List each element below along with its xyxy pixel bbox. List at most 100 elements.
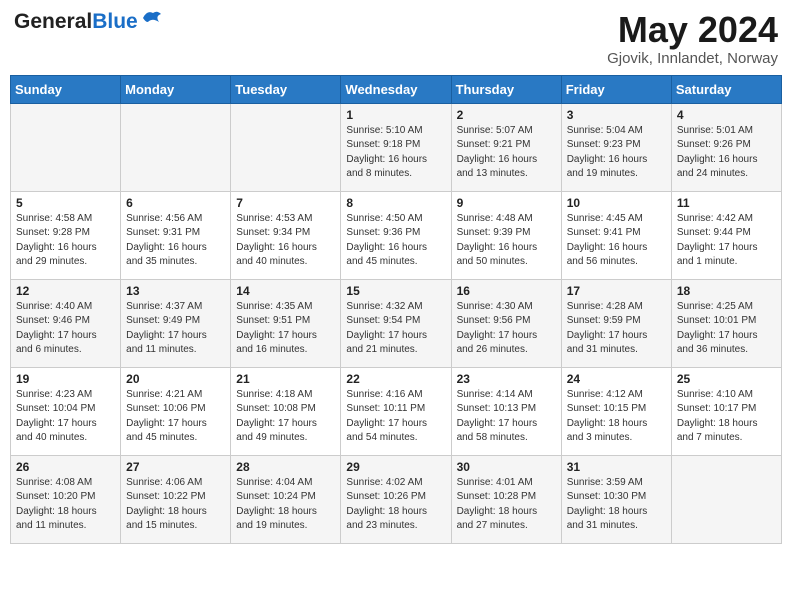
day-info: Sunrise: 4:18 AMSunset: 10:08 PMDaylight… xyxy=(236,388,335,446)
calendar-week-row: 1Sunrise: 5:10 AMSunset: 9:18 PMDaylight… xyxy=(11,103,782,191)
day-number: 15 xyxy=(346,284,445,298)
calendar-cell: 7 Sunrise: 4:53 AMSunset: 9:34 PMDaylight… xyxy=(231,191,341,279)
day-number: 24 xyxy=(567,372,666,386)
day-number: 7 xyxy=(236,196,335,210)
day-info: Sunrise: 4:28 AMSunset: 9:59 PMDaylight:… xyxy=(567,300,666,358)
logo-blue-text: Blue xyxy=(92,10,138,34)
day-info: Sunrise: 4:40 AMSunset: 9:46 PMDaylight:… xyxy=(16,300,115,358)
calendar-cell: 16 Sunrise: 4:30 AMSunset: 9:56 PMDayligh… xyxy=(451,279,561,367)
calendar-week-row: 12 Sunrise: 4:40 AMSunset: 9:46 PMDayligh… xyxy=(11,279,782,367)
weekday-header-saturday: Saturday xyxy=(671,75,781,103)
day-info: Sunrise: 4:16 AMSunset: 10:11 PMDaylight… xyxy=(346,388,445,446)
day-number: 12 xyxy=(16,284,115,298)
logo-general-text: General xyxy=(14,10,92,34)
day-number: 18 xyxy=(677,284,776,298)
calendar-cell: 5 Sunrise: 4:58 AMSunset: 9:28 PMDaylight… xyxy=(11,191,121,279)
calendar-week-row: 19 Sunrise: 4:23 AMSunset: 10:04 PMDaylig… xyxy=(11,367,782,455)
calendar-cell: 28 Sunrise: 4:04 AMSunset: 10:24 PMDaylig… xyxy=(231,455,341,543)
calendar-cell: 27 Sunrise: 4:06 AMSunset: 10:22 PMDaylig… xyxy=(121,455,231,543)
day-number: 26 xyxy=(16,460,115,474)
calendar-cell: 6Sunrise: 4:56 AMSunset: 9:31 PMDaylight… xyxy=(121,191,231,279)
day-number: 28 xyxy=(236,460,335,474)
calendar-cell: 22 Sunrise: 4:16 AMSunset: 10:11 PMDaylig… xyxy=(341,367,451,455)
day-info: Sunrise: 4:32 AMSunset: 9:54 PMDaylight:… xyxy=(346,300,445,358)
day-number: 6 xyxy=(126,196,225,210)
day-number: 19 xyxy=(16,372,115,386)
logo: General Blue xyxy=(14,10,163,34)
calendar-cell: 15 Sunrise: 4:32 AMSunset: 9:54 PMDayligh… xyxy=(341,279,451,367)
day-info: Sunrise: 5:07 AMSunset: 9:21 PMDaylight:… xyxy=(457,124,556,182)
day-info: Sunrise: 4:02 AMSunset: 10:26 PMDaylight… xyxy=(346,476,445,534)
calendar-cell: 2 Sunrise: 5:07 AMSunset: 9:21 PMDaylight… xyxy=(451,103,561,191)
calendar-cell: 9Sunrise: 4:48 AMSunset: 9:39 PMDaylight… xyxy=(451,191,561,279)
day-info: Sunrise: 4:37 AMSunset: 9:49 PMDaylight:… xyxy=(126,300,225,358)
day-info: Sunrise: 4:58 AMSunset: 9:28 PMDaylight:… xyxy=(16,212,115,270)
calendar-week-row: 5 Sunrise: 4:58 AMSunset: 9:28 PMDaylight… xyxy=(11,191,782,279)
calendar-cell xyxy=(11,103,121,191)
calendar-cell: 21 Sunrise: 4:18 AMSunset: 10:08 PMDaylig… xyxy=(231,367,341,455)
day-number: 27 xyxy=(126,460,225,474)
day-number: 29 xyxy=(346,460,445,474)
day-number: 21 xyxy=(236,372,335,386)
weekday-header-sunday: Sunday xyxy=(11,75,121,103)
calendar-week-row: 26 Sunrise: 4:08 AMSunset: 10:20 PMDaylig… xyxy=(11,455,782,543)
day-info: Sunrise: 4:45 AMSunset: 9:41 PMDaylight:… xyxy=(567,212,666,270)
calendar-cell: 18Sunrise: 4:25 AMSunset: 10:01 PMDaylig… xyxy=(671,279,781,367)
day-info: Sunrise: 4:50 AMSunset: 9:36 PMDaylight:… xyxy=(346,212,445,270)
calendar-cell: 20 Sunrise: 4:21 AMSunset: 10:06 PMDaylig… xyxy=(121,367,231,455)
day-number: 4 xyxy=(677,108,776,122)
day-info: Sunrise: 5:04 AMSunset: 9:23 PMDaylight:… xyxy=(567,124,666,182)
calendar-cell: 10 Sunrise: 4:45 AMSunset: 9:41 PMDayligh… xyxy=(561,191,671,279)
day-info: Sunrise: 4:21 AMSunset: 10:06 PMDaylight… xyxy=(126,388,225,446)
weekday-header-monday: Monday xyxy=(121,75,231,103)
day-number: 5 xyxy=(16,196,115,210)
calendar-cell: 24Sunrise: 4:12 AMSunset: 10:15 PMDaylig… xyxy=(561,367,671,455)
calendar-cell: 31 Sunrise: 3:59 AMSunset: 10:30 PMDaylig… xyxy=(561,455,671,543)
weekday-header-thursday: Thursday xyxy=(451,75,561,103)
month-title: May 2024 xyxy=(607,10,778,50)
day-number: 23 xyxy=(457,372,556,386)
calendar-cell: 11 Sunrise: 4:42 AMSunset: 9:44 PMDayligh… xyxy=(671,191,781,279)
day-number: 30 xyxy=(457,460,556,474)
calendar-cell: 19 Sunrise: 4:23 AMSunset: 10:04 PMDaylig… xyxy=(11,367,121,455)
day-number: 9 xyxy=(457,196,556,210)
day-number: 31 xyxy=(567,460,666,474)
day-number: 25 xyxy=(677,372,776,386)
location-text: Gjovik, Innlandet, Norway xyxy=(607,50,778,67)
day-number: 10 xyxy=(567,196,666,210)
day-info: Sunrise: 4:04 AMSunset: 10:24 PMDaylight… xyxy=(236,476,335,534)
day-info: Sunrise: 4:53 AMSunset: 9:34 PMDaylight:… xyxy=(236,212,335,270)
day-info: Sunrise: 4:10 AMSunset: 10:17 PMDaylight… xyxy=(677,388,776,446)
calendar-cell: 14 Sunrise: 4:35 AMSunset: 9:51 PMDayligh… xyxy=(231,279,341,367)
day-info: Sunrise: 4:42 AMSunset: 9:44 PMDaylight:… xyxy=(677,212,776,270)
day-info: Sunrise: 4:06 AMSunset: 10:22 PMDaylight… xyxy=(126,476,225,534)
day-info: Sunrise: 4:30 AMSunset: 9:56 PMDaylight:… xyxy=(457,300,556,358)
day-number: 16 xyxy=(457,284,556,298)
calendar-cell: 23Sunrise: 4:14 AMSunset: 10:13 PMDaylig… xyxy=(451,367,561,455)
calendar-cell: 25 Sunrise: 4:10 AMSunset: 10:17 PMDaylig… xyxy=(671,367,781,455)
logo-bird-icon xyxy=(141,8,163,26)
day-number: 8 xyxy=(346,196,445,210)
calendar-cell: 30 Sunrise: 4:01 AMSunset: 10:28 PMDaylig… xyxy=(451,455,561,543)
day-number: 2 xyxy=(457,108,556,122)
day-number: 22 xyxy=(346,372,445,386)
calendar-cell: 12 Sunrise: 4:40 AMSunset: 9:46 PMDayligh… xyxy=(11,279,121,367)
day-number: 20 xyxy=(126,372,225,386)
page-header: General Blue May 2024 Gjovik, Innlandet,… xyxy=(10,10,782,67)
day-info: Sunrise: 4:23 AMSunset: 10:04 PMDaylight… xyxy=(16,388,115,446)
day-info: Sunrise: 4:08 AMSunset: 10:20 PMDaylight… xyxy=(16,476,115,534)
day-number: 17 xyxy=(567,284,666,298)
calendar-cell xyxy=(231,103,341,191)
day-number: 11 xyxy=(677,196,776,210)
day-info: Sunrise: 4:35 AMSunset: 9:51 PMDaylight:… xyxy=(236,300,335,358)
day-number: 14 xyxy=(236,284,335,298)
calendar-table: SundayMondayTuesdayWednesdayThursdayFrid… xyxy=(10,75,782,544)
title-area: May 2024 Gjovik, Innlandet, Norway xyxy=(607,10,778,67)
calendar-cell: 26 Sunrise: 4:08 AMSunset: 10:20 PMDaylig… xyxy=(11,455,121,543)
calendar-cell xyxy=(671,455,781,543)
calendar-cell: 17 Sunrise: 4:28 AMSunset: 9:59 PMDayligh… xyxy=(561,279,671,367)
day-info: Sunrise: 4:01 AMSunset: 10:28 PMDaylight… xyxy=(457,476,556,534)
day-number: 13 xyxy=(126,284,225,298)
day-info: Sunrise: 3:59 AMSunset: 10:30 PMDaylight… xyxy=(567,476,666,534)
weekday-header-wednesday: Wednesday xyxy=(341,75,451,103)
